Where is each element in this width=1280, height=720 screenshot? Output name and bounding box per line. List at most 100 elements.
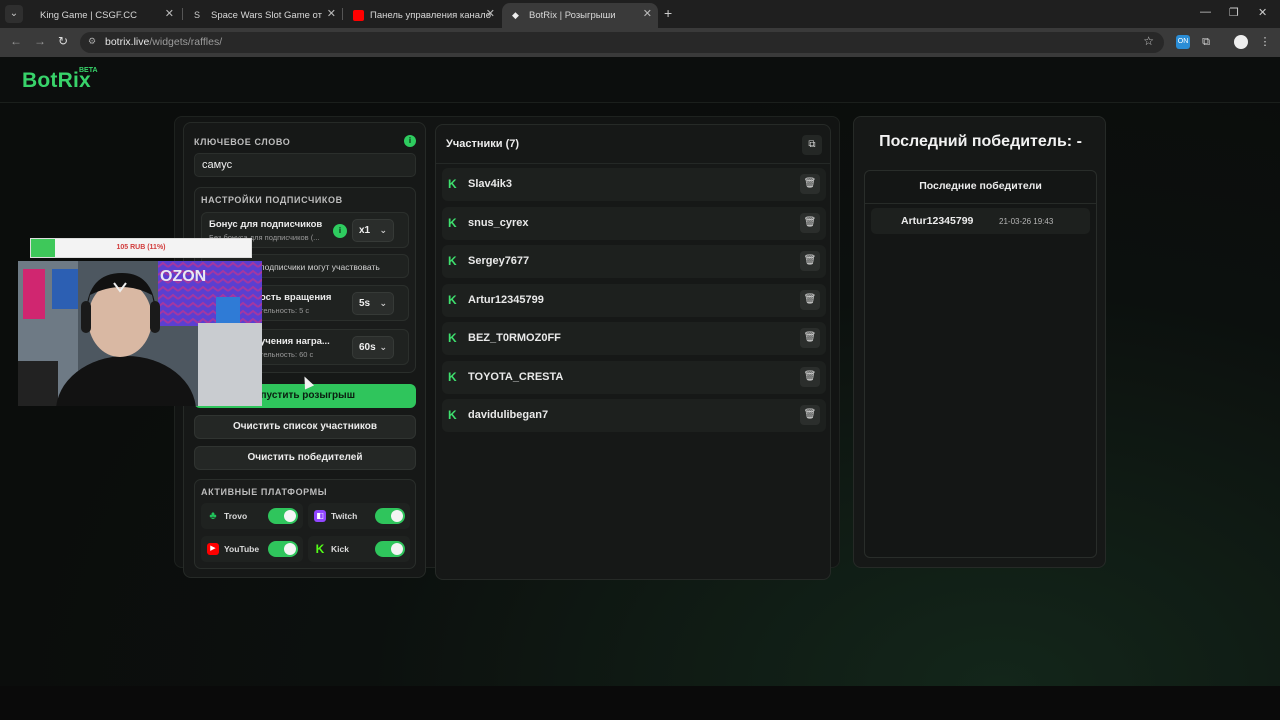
forward-icon[interactable]: → (34, 34, 46, 48)
tab-space-wars[interactable]: S Space Wars Slot Game от Neter ✕ (184, 3, 342, 28)
extension-on-icon[interactable]: ON (1176, 35, 1190, 49)
maximize-icon[interactable]: ❐ (1229, 6, 1239, 19)
close-icon[interactable]: ✕ (165, 7, 174, 20)
site-header: BotRix BETA (0, 57, 1280, 103)
extensions-puzzle-icon[interactable]: ⧉ (1199, 35, 1213, 49)
recent-winners-box: Последние победители Artur12345799 21-03… (864, 170, 1097, 558)
bookmark-star-icon[interactable]: ☆ (1143, 34, 1154, 48)
clear-participants-button[interactable]: Очистить список участников (194, 415, 416, 439)
participant-row: K Artur12345799 🗑 (442, 284, 826, 317)
winner-date: 21-03-26 19:43 (999, 217, 1054, 226)
participant-row: K Slav4ik3 🗑 (442, 168, 826, 201)
close-icon[interactable]: ✕ (327, 7, 336, 20)
subs-only-label: подписчики могут участвовать (260, 262, 380, 272)
twitch-toggle[interactable] (375, 508, 405, 524)
kick-icon: K (448, 293, 457, 307)
participant-row: K BEZ_T0RMOZ0FF 🗑 (442, 322, 826, 355)
trash-icon[interactable]: 🗑 (800, 328, 820, 348)
platform-kick: K Kick (308, 536, 410, 562)
platform-youtube: ▶ YouTube (201, 536, 303, 562)
progress-text: 105 RUB (11%) (116, 244, 166, 251)
trash-icon[interactable]: 🗑 (800, 367, 820, 387)
kick-toggle[interactable] (375, 541, 405, 557)
trash-icon[interactable]: 🗑 (800, 251, 820, 271)
participant-name: BEZ_T0RMOZ0FF (468, 332, 561, 344)
tab-title: BotRix | Розыгрыши (529, 10, 616, 21)
botrix-favicon-icon: ◆ (512, 10, 519, 20)
kick-icon: K (448, 408, 457, 422)
url-text: botrix.live/widgets/raffles/ (105, 36, 223, 48)
clear-winners-button[interactable]: Очистить победителей (194, 446, 416, 470)
tab-youtube-studio[interactable]: Панель управления каналом ✕ (343, 3, 501, 28)
info-icon[interactable]: i (404, 135, 416, 147)
tab-strip: ⌄ King Game | CSGF.CC ✕ S Space Wars Slo… (0, 0, 1280, 28)
participant-name: Slav4ik3 (468, 178, 513, 190)
minimize-icon[interactable]: — (1200, 6, 1211, 18)
new-tab-button[interactable]: + (664, 5, 672, 21)
keyword-input[interactable]: самус (194, 153, 416, 177)
trash-icon[interactable]: 🗑 (800, 174, 820, 194)
slot-favicon-icon: S (194, 10, 201, 20)
trash-icon[interactable]: 🗑 (800, 405, 820, 425)
copy-icon[interactable]: ⧉ (802, 135, 822, 155)
trovo-toggle[interactable] (268, 508, 298, 524)
participant-row: K snus_cyrex 🗑 (442, 207, 826, 240)
browser-menu-icon[interactable]: ⋮ (1258, 35, 1272, 49)
youtube-toggle[interactable] (268, 541, 298, 557)
platform-name: Twitch (331, 511, 358, 521)
close-window-icon[interactable]: ✕ (1258, 6, 1267, 19)
chevron-down-icon: ⌄ (379, 298, 387, 308)
chevron-down-icon: ⌄ (379, 225, 387, 235)
kick-icon: K (448, 331, 457, 345)
trovo-icon: ♣ (209, 510, 217, 522)
participant-name: snus_cyrex (468, 217, 529, 229)
tab-search-button[interactable]: ⌄ (5, 5, 23, 23)
youtube-favicon-icon (353, 10, 364, 21)
donation-progress-bar: 105 RUB (11%) (30, 238, 252, 258)
close-icon[interactable]: ✕ (486, 7, 495, 20)
info-icon[interactable]: i (333, 224, 347, 238)
sub-bonus-title: Бонус для подписчиков (209, 219, 323, 230)
kick-icon: K (315, 542, 325, 556)
kick-icon: K (448, 254, 457, 268)
ozon-sign: OZON (160, 268, 206, 285)
last-winner-title: Последний победитель: - (879, 133, 1082, 150)
kick-icon: K (448, 216, 457, 230)
claim-time-value: 60s (359, 342, 376, 353)
claim-time-select[interactable]: 60s ⌄ (352, 336, 394, 359)
tab-king-game[interactable]: King Game | CSGF.CC ✕ (30, 3, 180, 28)
claim-time-title: учения награ... (260, 336, 330, 347)
kick-icon: K (448, 370, 457, 384)
sub-bonus-select[interactable]: x1 ⌄ (352, 219, 394, 242)
profile-avatar[interactable] (1234, 35, 1248, 49)
platform-name: Trovo (224, 511, 248, 521)
address-bar[interactable]: ⚙ botrix.live/widgets/raffles/ ☆ (80, 32, 1164, 53)
participant-row: K davidulibegan7 🗑 (442, 399, 826, 432)
kick-icon: K (448, 177, 457, 191)
reload-icon[interactable]: ↻ (58, 34, 68, 48)
browser-toolbar: ← → ↻ ⚙ botrix.live/widgets/raffles/ ☆ O… (0, 28, 1280, 57)
youtube-icon: ▶ (207, 543, 219, 555)
site-info-icon[interactable]: ⚙ (88, 36, 100, 48)
participant-name: davidulibegan7 (468, 409, 549, 421)
winner-row: Artur12345799 21-03-26 19:43 (871, 208, 1090, 234)
trash-icon[interactable]: 🗑 (800, 213, 820, 233)
chevron-down-icon: ⌄ (379, 342, 387, 352)
platform-twitch: ◧ Twitch (308, 503, 410, 529)
active-platforms-title: АКТИВНЫЕ ПЛАТФОРМЫ (201, 487, 328, 497)
platform-name: YouTube (224, 544, 260, 554)
spin-duration-select[interactable]: 5s ⌄ (352, 292, 394, 315)
trash-icon[interactable]: 🗑 (800, 290, 820, 310)
platform-trovo: ♣ Trovo (201, 503, 303, 529)
winner-name: Artur12345799 (901, 215, 974, 227)
sub-bonus-value: x1 (359, 225, 371, 236)
subscriber-settings-title: НАСТРОЙКИ ПОДПИСЧИКОВ (201, 195, 343, 205)
close-icon[interactable]: ✕ (643, 7, 652, 20)
participants-title: Участники (7) (446, 138, 520, 150)
tab-botrix-raffles[interactable]: ◆ BotRix | Розыгрыши ✕ (502, 3, 658, 28)
spin-duration-title: ость вращения (260, 292, 332, 303)
back-icon[interactable]: ← (10, 34, 22, 48)
spin-duration-desc: тельность: 5 с (260, 306, 310, 315)
active-platforms: АКТИВНЫЕ ПЛАТФОРМЫ ♣ Trovo ◧ Twitch ▶ Yo… (194, 479, 416, 569)
twitch-icon: ◧ (314, 510, 326, 522)
